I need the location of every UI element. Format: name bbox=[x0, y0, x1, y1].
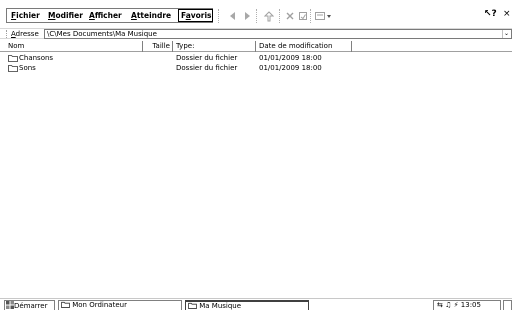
menu-afficher-label: fficher bbox=[94, 11, 122, 20]
folder-icon bbox=[61, 301, 70, 308]
item-name: Chansons bbox=[19, 54, 54, 62]
back-icon[interactable] bbox=[226, 9, 240, 23]
menu-fichier-label: ichier bbox=[16, 11, 40, 20]
start-button[interactable]: Démarrer bbox=[4, 300, 55, 310]
item-modified: 01/01/2009 18:00 bbox=[259, 54, 322, 62]
volume-icon[interactable]: ♫ bbox=[445, 301, 451, 309]
address-label-rest: dresse bbox=[15, 30, 39, 38]
chevron-down-icon[interactable]: ⌄ bbox=[502, 30, 510, 38]
folder-icon bbox=[8, 65, 18, 72]
menu-atteindre-label: tteindre bbox=[136, 11, 172, 20]
menu-favoris-label: voris bbox=[190, 11, 212, 20]
up-folder-icon[interactable] bbox=[262, 9, 276, 23]
menu-modifier[interactable]: Modifier bbox=[48, 10, 83, 21]
toolbar-separator-1 bbox=[256, 9, 258, 23]
list-header: Nom Taille Type: Date de modification bbox=[0, 41, 512, 52]
folder-icon bbox=[188, 302, 197, 309]
system-tray: ⇆ ♫ ⚡ 13:05 bbox=[433, 300, 501, 310]
network-icon[interactable]: ⇆ bbox=[437, 301, 443, 309]
menu-fichier[interactable]: Fichier bbox=[11, 10, 40, 21]
menu-favoris[interactable]: Favoris bbox=[181, 10, 212, 21]
item-type: Dossier du fichier bbox=[176, 64, 238, 72]
task-label: Mon Ordinateur bbox=[72, 301, 127, 309]
task-label: Ma Musique bbox=[199, 302, 242, 310]
toolbar-separator-3 bbox=[310, 9, 312, 23]
menu-atteindre[interactable]: Atteindre bbox=[131, 10, 171, 21]
item-modified: 01/01/2009 18:00 bbox=[259, 64, 322, 72]
address-value: \C\Mes Documents\Ma Musique bbox=[47, 30, 157, 38]
column-header-modified[interactable]: Date de modification bbox=[256, 41, 352, 52]
folder-icon bbox=[8, 55, 18, 62]
clock[interactable]: 13:05 bbox=[461, 301, 481, 309]
taskbar: Démarrer Mon Ordinateur Ma Musique ⇆ ♫ ⚡… bbox=[0, 298, 512, 310]
windows-flag-icon bbox=[6, 301, 14, 309]
start-label: Démarrer bbox=[14, 302, 48, 310]
address-input[interactable]: \C\Mes Documents\Ma Musique ⌄ bbox=[44, 29, 512, 39]
item-name: Sons bbox=[19, 64, 36, 72]
task-ma-musique[interactable]: Ma Musique bbox=[185, 300, 309, 310]
toolbar-separator-2 bbox=[279, 9, 281, 23]
close-icon[interactable]: × bbox=[503, 9, 511, 19]
forward-icon[interactable] bbox=[240, 9, 254, 23]
menu-afficher[interactable]: Afficher bbox=[89, 10, 122, 21]
item-size bbox=[143, 63, 171, 73]
help-icon[interactable]: ↖? bbox=[484, 9, 497, 19]
list-item[interactable]: Sons Dossier du fichier 01/01/2009 18:00 bbox=[0, 63, 512, 73]
views-icon[interactable] bbox=[314, 9, 334, 23]
show-desktop-icon[interactable] bbox=[503, 300, 512, 310]
list-item[interactable]: Chansons Dossier du fichier 01/01/2009 1… bbox=[0, 53, 512, 63]
power-icon[interactable]: ⚡ bbox=[454, 301, 459, 309]
address-label: Adresse bbox=[11, 30, 39, 39]
menu-toolbar-bar: Fichier Modifier Afficher Atteindre Favo… bbox=[0, 0, 512, 27]
column-header-size[interactable]: Taille bbox=[143, 41, 173, 52]
column-header-name[interactable]: Nom bbox=[0, 41, 143, 52]
item-type: Dossier du fichier bbox=[176, 54, 238, 62]
delete-icon[interactable] bbox=[283, 9, 297, 23]
column-header-type[interactable]: Type: bbox=[173, 41, 256, 52]
menu-modifier-label: odifier bbox=[55, 11, 83, 20]
item-size bbox=[143, 53, 171, 63]
properties-icon[interactable] bbox=[296, 9, 310, 23]
task-mon-ordinateur[interactable]: Mon Ordinateur bbox=[58, 300, 182, 310]
toolbar-grip bbox=[218, 9, 220, 23]
address-grip bbox=[6, 30, 8, 38]
address-bar: Adresse \C\Mes Documents\Ma Musique ⌄ bbox=[0, 28, 512, 39]
